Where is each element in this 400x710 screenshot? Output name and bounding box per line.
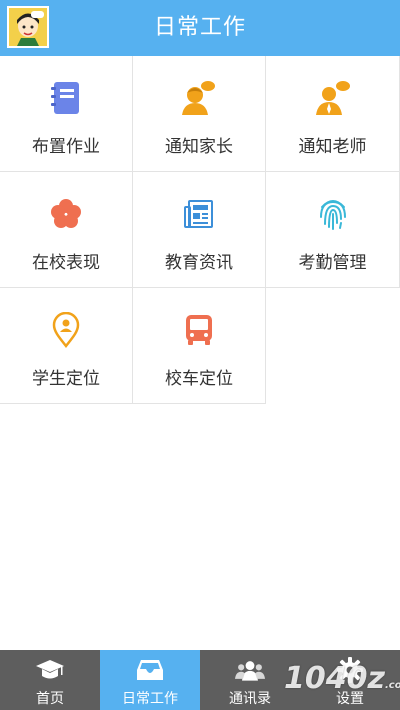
tile-label: 布置作业 [32,137,100,157]
inbox-tray-icon [135,656,165,684]
tab-label: 通讯录 [229,691,271,707]
tile-label: 通知家长 [165,137,233,157]
location-pin-icon [48,312,84,348]
tile-label: 学生定位 [32,369,100,389]
tile-education-news[interactable]: 教育资讯 [133,172,266,288]
tile-label: 在校表现 [32,253,100,273]
tile-label: 教育资讯 [165,253,233,273]
contacts-people-icon [235,656,265,684]
parent-speech-icon [181,80,217,116]
tab-home[interactable]: 首页 [0,650,100,710]
tile-label: 考勤管理 [298,253,367,273]
newspaper-icon [181,196,217,232]
tab-contacts[interactable]: 通讯录 [200,650,300,710]
flower-icon [48,196,84,232]
tab-label: 首页 [36,691,64,707]
tile-school-bus-location[interactable]: 校车定位 [133,288,266,404]
tile-label: 校车定位 [165,369,233,389]
bus-icon [181,312,217,348]
top-header: 日常工作 [0,0,400,56]
tab-label: 日常工作 [122,691,178,707]
tile-attendance[interactable]: 考勤管理 [266,172,400,288]
tile-label: 通知老师 [298,137,367,157]
tab-settings[interactable]: 设置 [300,650,400,710]
gear-icon [335,656,365,684]
fingerprint-icon [315,196,351,232]
teacher-speech-icon [315,80,351,116]
tab-label: 设置 [336,691,364,707]
bottom-tab-bar: 首页 日常工作 通讯录 设置 [0,650,400,710]
tile-school-performance[interactable]: 在校表现 [0,172,133,288]
graduation-cap-icon [35,656,65,684]
page-title: 日常工作 [153,15,246,40]
tile-homework[interactable]: 布置作业 [0,56,133,172]
tile-notify-teachers[interactable]: 通知老师 [266,56,400,172]
tab-daily-work[interactable]: 日常工作 [100,650,200,710]
notebook-icon [48,80,84,116]
tile-student-location[interactable]: 学生定位 [0,288,133,404]
tile-notify-parents[interactable]: 通知家长 [133,56,266,172]
